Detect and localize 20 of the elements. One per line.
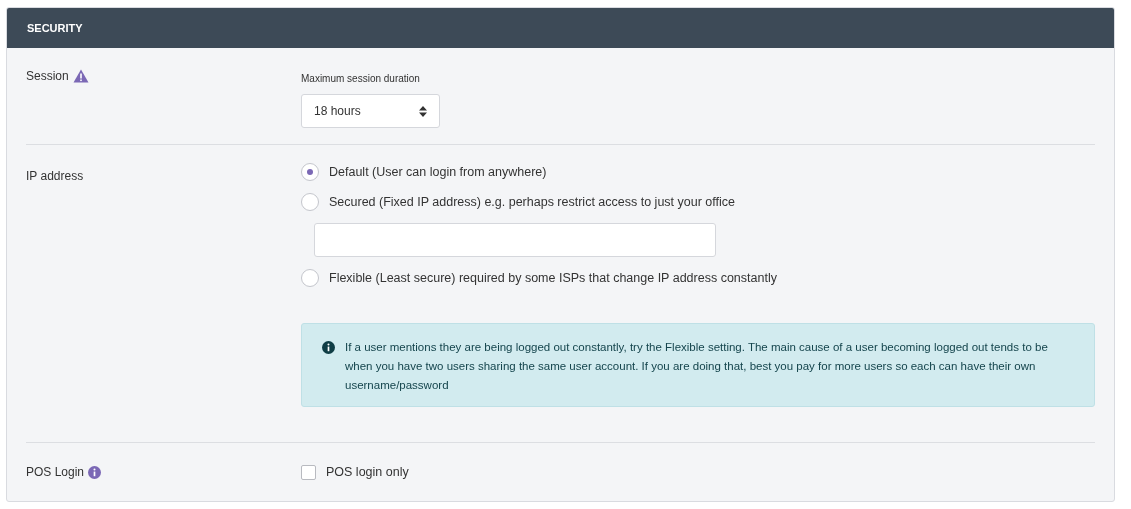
radio-label: Flexible (Least secure) required by some ISPs that change IP address constantly — [329, 269, 777, 287]
warning-icon — [72, 69, 89, 83]
info-icon — [322, 341, 335, 354]
sort-icon — [419, 105, 427, 117]
ip-address-field[interactable] — [314, 223, 716, 257]
radio-button[interactable] — [301, 269, 319, 287]
section-label: Session — [26, 68, 69, 85]
field-label: Maximum session duration — [301, 72, 421, 86]
panel-title: SECURITY — [27, 20, 83, 36]
checkbox[interactable] — [301, 464, 316, 480]
alert-text: If a user mentions they are being logged out constantly, try the Flexible setting. The main cause of a user becoming logged out tends to be when you have two users sharing the same user account. If you are doing that, best you pay for more users so each can have their own username/password — [345, 340, 1049, 393]
radio-label: Secured (Fixed IP address) e.g. perhaps restrict access to just your office — [329, 193, 735, 211]
section-label: POS Login — [26, 464, 85, 482]
checkbox-label: POS login only — [326, 464, 409, 481]
info-icon — [88, 465, 102, 479]
radio-button[interactable] — [301, 163, 319, 181]
radio-label: Default (User can login from anywhere) — [329, 163, 547, 181]
section-label: IP address — [26, 169, 84, 183]
duration-select[interactable]: 18 hours — [301, 94, 440, 128]
radio-button[interactable] — [301, 193, 319, 211]
